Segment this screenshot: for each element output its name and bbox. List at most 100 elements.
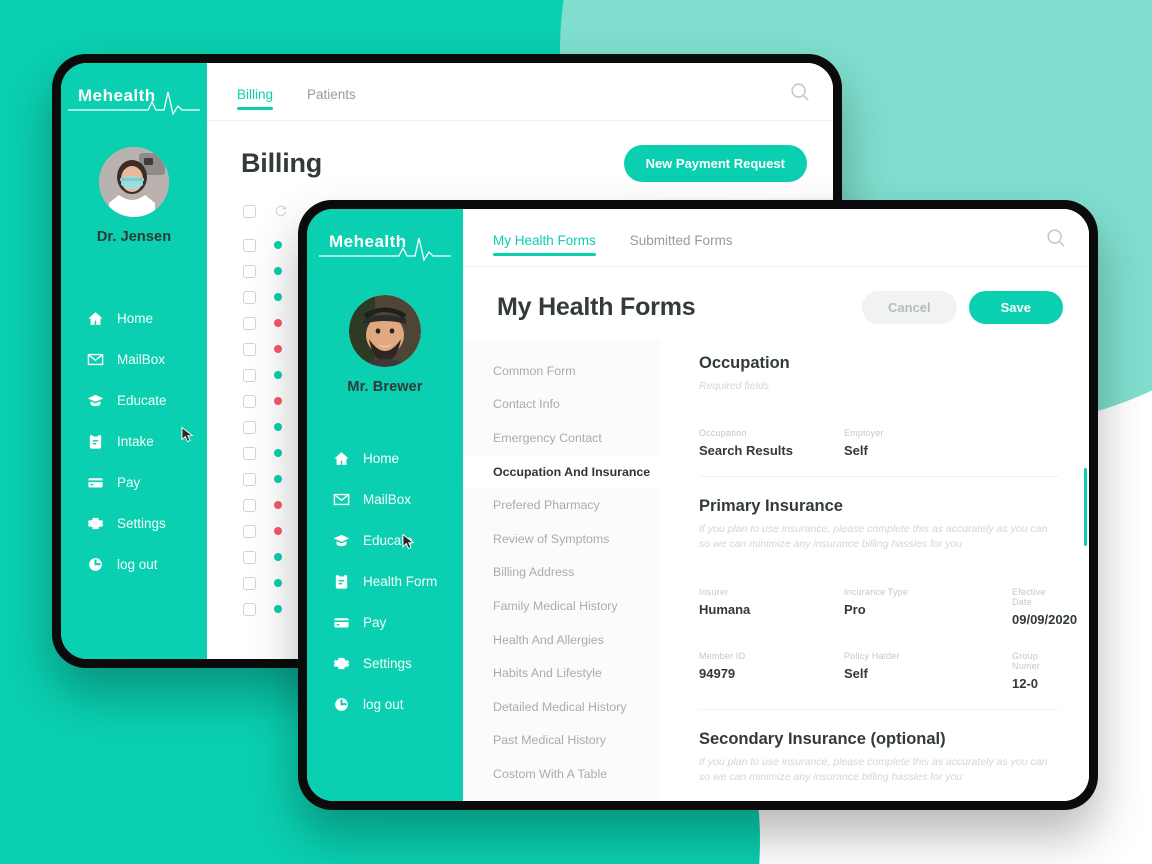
power-icon [87, 556, 104, 573]
search-icon[interactable] [1045, 227, 1067, 249]
form-nav-item[interactable]: Habits And Lifestyle [463, 656, 661, 690]
sidebar-item-mailbox[interactable]: MailBox [87, 344, 207, 374]
form-nav-item[interactable]: Billing Address [463, 556, 661, 590]
row-checkbox[interactable] [243, 368, 256, 382]
tab-my-health-forms[interactable]: My Health Forms [493, 209, 596, 266]
field-effective-date[interactable]: Efective Date 09/09/2020 [1012, 587, 1077, 627]
sidebar-item-mailbox[interactable]: MailBox [333, 484, 463, 514]
tab-billing[interactable]: Billing [237, 63, 274, 120]
field-group-number[interactable]: Group Numer 12-0 [1012, 651, 1059, 691]
field-policy-holder[interactable]: Policy Halder Self [844, 651, 1012, 691]
form-nav-item[interactable]: Past Medical History [463, 724, 661, 758]
field-insurance-type[interactable]: Incurance Type Pro [844, 587, 1012, 627]
form-nav-item[interactable]: Common Form [463, 354, 661, 388]
sidebar-item-label: Home [363, 450, 400, 466]
status-dot-due [274, 319, 282, 327]
sidebar-item-home[interactable]: Home [333, 443, 463, 473]
section-subtitle: If you plan to use insurance, please com… [699, 755, 1048, 783]
page-title: My Health Forms [497, 293, 696, 321]
mehealth-logo-icon: Mehealth [68, 86, 200, 116]
sidebar-item-intake[interactable]: Intake [87, 426, 207, 456]
primary-insurance-row-1: Insurer Humana Incurance Type Pro Efecti… [699, 587, 1077, 627]
billing-tabs: Billing Patients [237, 63, 356, 120]
search-icon[interactable] [789, 81, 811, 103]
field-member-id[interactable]: Member ID 94979 [699, 651, 844, 691]
row-checkbox[interactable] [243, 316, 256, 330]
tab-patients[interactable]: Patients [307, 63, 356, 120]
section-subtitle: Required fields [699, 380, 770, 392]
row-checkbox[interactable] [243, 342, 256, 356]
sidebar-item-label: Settings [117, 515, 166, 531]
sidebar-item-home[interactable]: Home [87, 303, 207, 333]
power-icon [333, 696, 350, 713]
new-payment-request-button[interactable]: New Payment Request [623, 145, 807, 182]
row-checkbox[interactable] [243, 498, 256, 512]
health-forms-main: My Health Forms Submitted Forms My Healt… [463, 209, 1089, 801]
form-nav-item[interactable]: Prefered Pharmacy [463, 488, 661, 522]
health-form-body: Common Form Contact Info Emergency Contact… [463, 340, 1089, 801]
form-nav-item[interactable]: Emergency Contact [463, 421, 661, 455]
status-dot-due [274, 501, 282, 509]
cancel-button[interactable]: Cancel [861, 291, 957, 324]
scrollbar-thumb[interactable] [1083, 468, 1087, 546]
occupation-fields: Occupation Search Results Employer Self [699, 428, 1059, 458]
refresh-icon[interactable] [274, 204, 288, 218]
row-checkbox[interactable] [243, 550, 256, 564]
home-icon [87, 310, 104, 327]
section-secondary-insurance: Secondary Insurance (optional) If you pl… [699, 730, 1059, 801]
sidebar-item-settings[interactable]: Settings [87, 508, 207, 538]
select-all-checkbox[interactable] [243, 204, 256, 218]
user-name: Mr. Brewer [347, 379, 423, 395]
form-nav-item[interactable]: Health And Allergies [463, 623, 661, 657]
field-occupation[interactable]: Occupation Search Results [699, 428, 844, 458]
health-forms-sidebar: Mehealth Mr. Brewer Home MailBox Educate… [307, 209, 463, 801]
doctor-avatar [99, 147, 169, 217]
graduation-cap-icon [87, 392, 104, 409]
mehealth-logo-icon: Mehealth [319, 232, 451, 262]
section-divider [699, 476, 1059, 478]
section-divider [699, 708, 1059, 710]
sidebar-item-settings[interactable]: Settings [333, 648, 463, 678]
sidebar-item-logout[interactable]: log out [87, 549, 207, 579]
form-nav-item[interactable]: Occupation And Insurance [463, 454, 661, 489]
form-nav-item[interactable]: Detailed Medical History [463, 690, 661, 724]
field-insurer[interactable]: Insurer Humana [699, 587, 844, 627]
primary-insurance-row-2: Member ID 94979 Policy Halder Self Group… [699, 651, 1059, 691]
row-checkbox[interactable] [243, 524, 256, 538]
row-checkbox[interactable] [243, 264, 256, 278]
section-occupation: Occupation Required fields Occupation Se… [699, 354, 1059, 458]
field-label: Incurance Type [844, 586, 909, 597]
row-checkbox[interactable] [243, 602, 256, 616]
tablet-device-health-forms: Mehealth Mr. Brewer Home MailBox Educate… [298, 200, 1098, 810]
sidebar-item-pay[interactable]: Pay [333, 607, 463, 637]
form-nav-item[interactable]: Family Medical History [463, 589, 661, 623]
form-nav-item[interactable]: Review of Symptoms [463, 522, 661, 556]
save-button[interactable]: Save [968, 291, 1063, 324]
svg-text:Mehealth: Mehealth [329, 232, 407, 251]
health-forms-topbar: My Health Forms Submitted Forms [463, 209, 1089, 267]
form-nav-item[interactable]: Contact Info [463, 388, 661, 422]
field-employer[interactable]: Employer Self [844, 428, 1012, 458]
row-checkbox[interactable] [243, 576, 256, 590]
tab-submitted-forms[interactable]: Submitted Forms [630, 209, 733, 266]
row-checkbox[interactable] [243, 472, 256, 486]
sidebar-item-pay[interactable]: Pay [87, 467, 207, 497]
status-dot-paid [274, 553, 282, 561]
sidebar-item-logout[interactable]: log out [333, 689, 463, 719]
field-label: Member ID [699, 650, 746, 661]
row-checkbox[interactable] [243, 238, 256, 252]
billing-sidebar: Mehealth Dr. Jensen Home MailBox Educate… [61, 63, 207, 659]
sidebar-item-educate[interactable]: Educate [333, 525, 463, 555]
form-nav-item[interactable]: Costom With A Table [463, 757, 661, 791]
field-value: Pro [844, 601, 866, 617]
sidebar-item-health-form[interactable]: Health Form [333, 566, 463, 596]
sidebar-item-educate[interactable]: Educate [87, 385, 207, 415]
row-checkbox[interactable] [243, 394, 256, 408]
status-dot-paid [274, 449, 282, 457]
row-checkbox[interactable] [243, 446, 256, 460]
field-label: Policy Halder [844, 650, 900, 661]
row-checkbox[interactable] [243, 290, 256, 304]
row-checkbox[interactable] [243, 420, 256, 434]
health-forms-page-header: My Health Forms Cancel Save [463, 267, 1089, 340]
